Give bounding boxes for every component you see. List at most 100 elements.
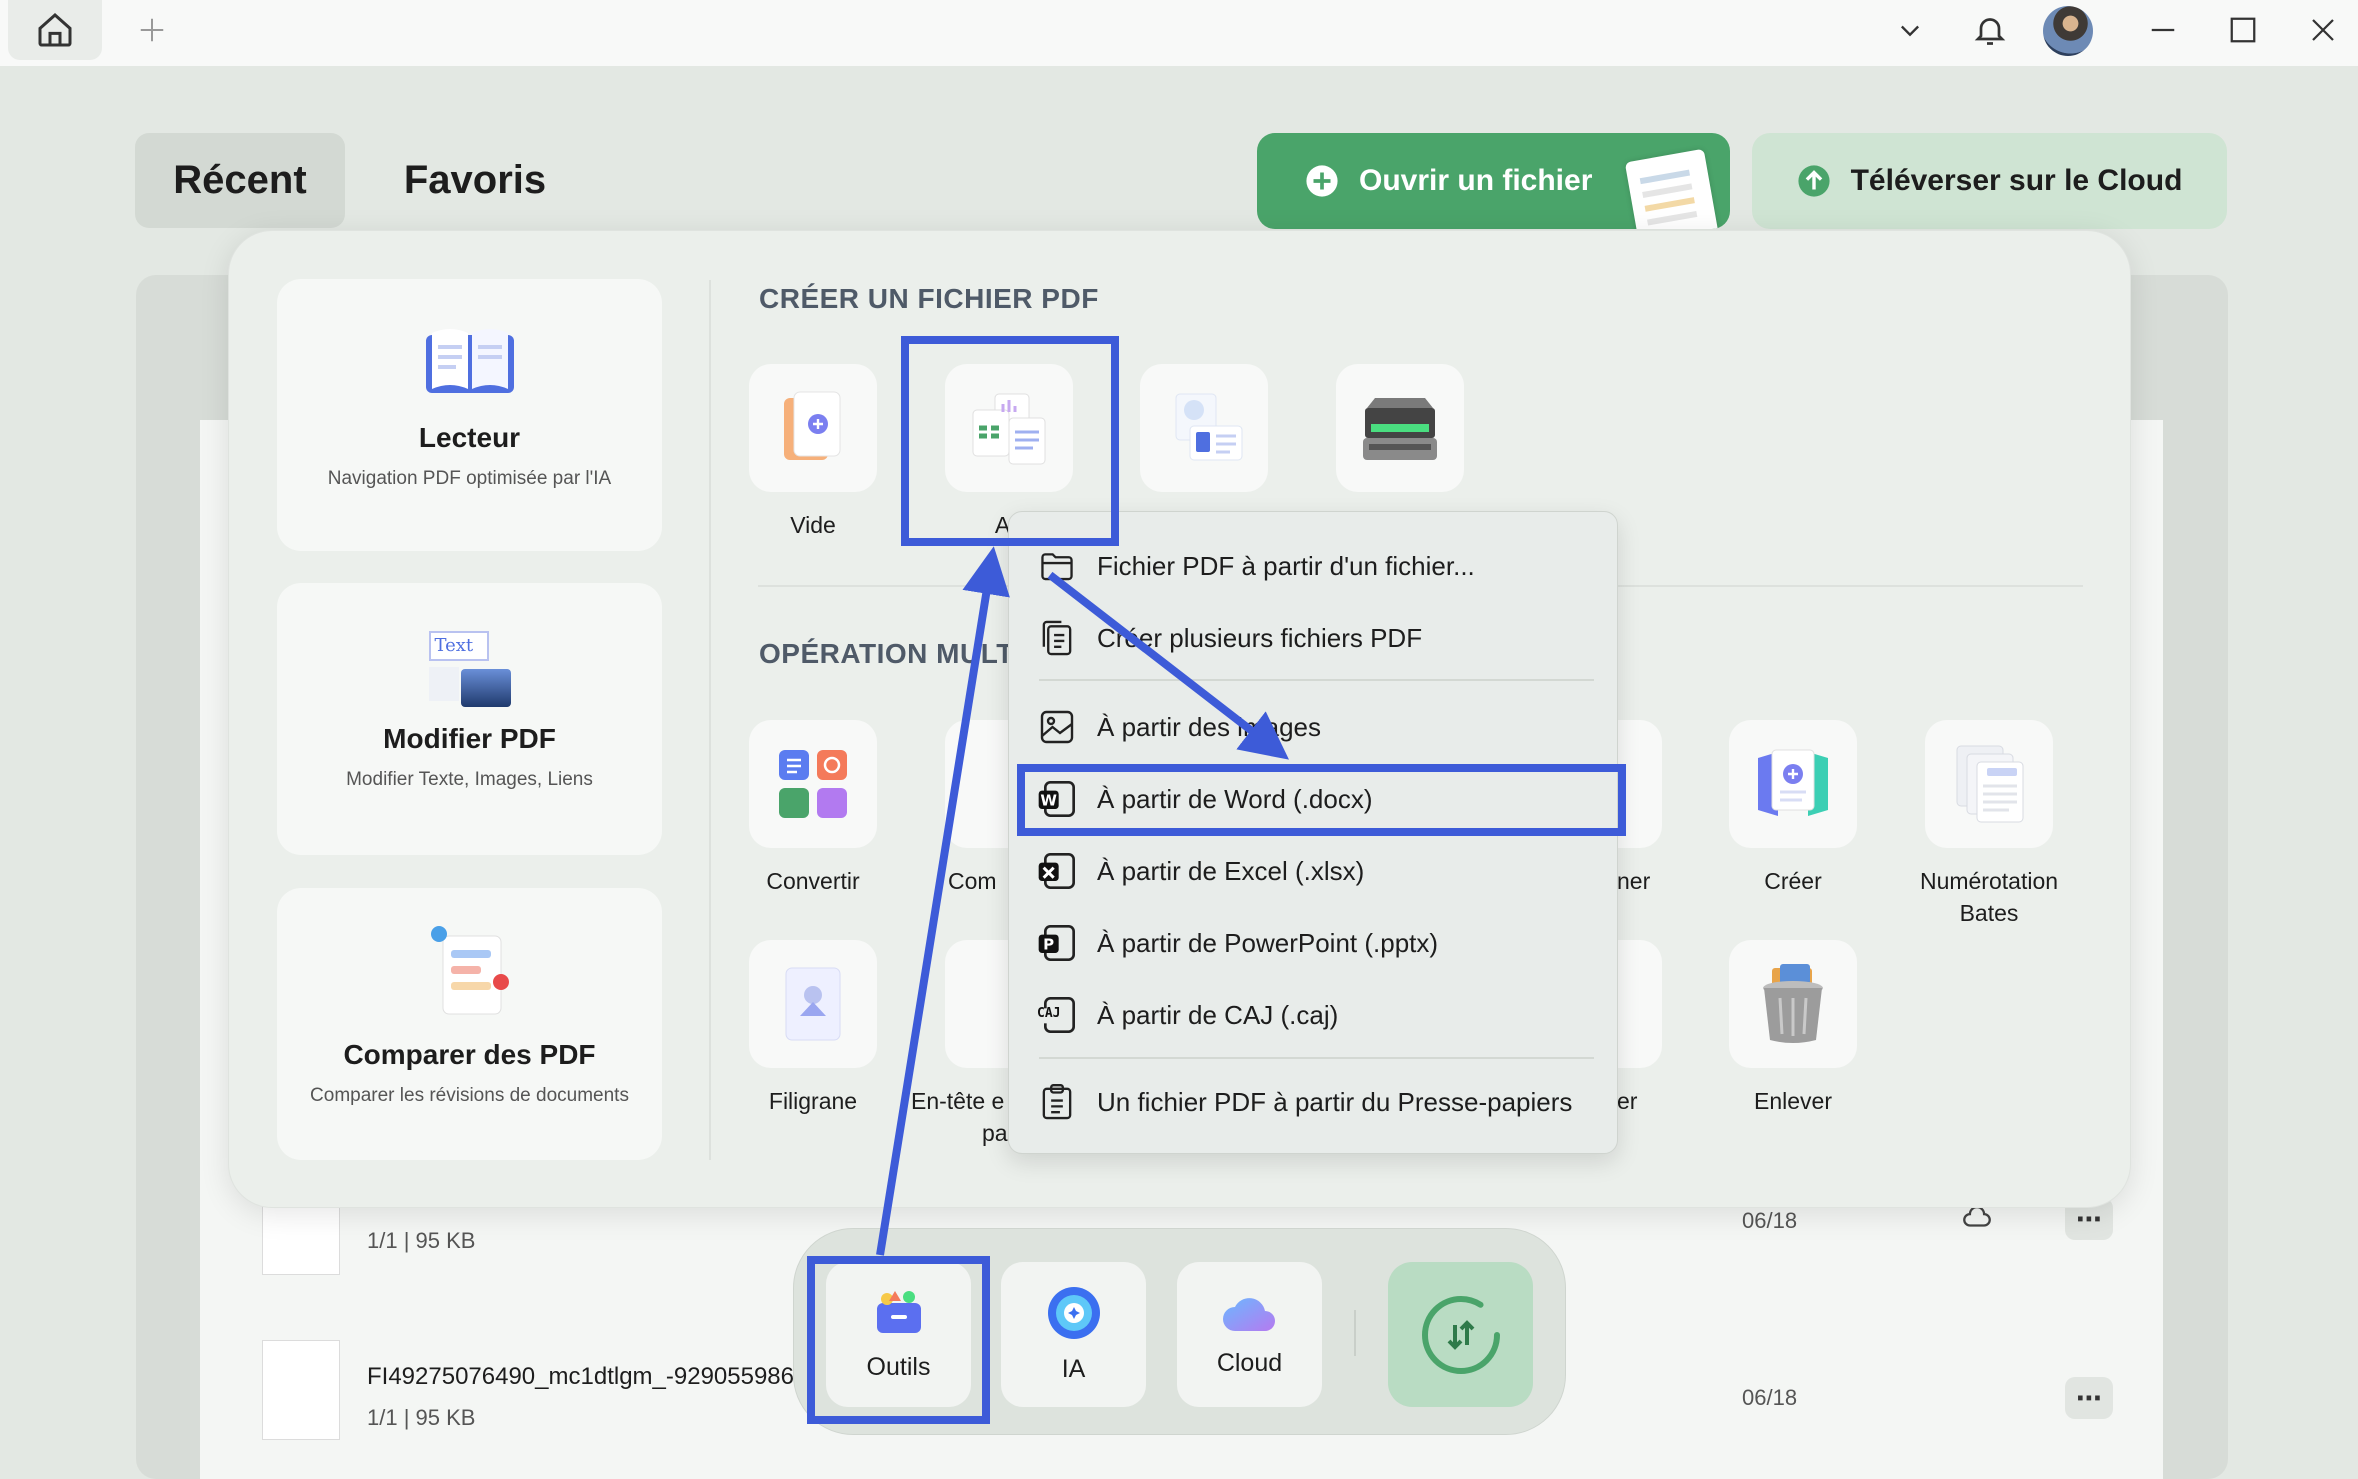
book-icon xyxy=(425,329,514,393)
powerpoint-file-icon: P xyxy=(1037,923,1077,963)
watermark-label: Filigrane xyxy=(768,1088,858,1114)
file-date: 06/18 xyxy=(1742,1385,1798,1410)
blank-pdf-tile[interactable] xyxy=(749,364,877,492)
file-name[interactable]: FI49275076490_mc1dtlgm_-929055986 xyxy=(367,1363,797,1391)
notifications-button[interactable] xyxy=(1962,6,2018,54)
tab-favorites[interactable]: Favoris xyxy=(395,133,555,228)
scanner-icon xyxy=(1363,398,1437,460)
menu-separator xyxy=(1039,679,1594,681)
id-card-icon xyxy=(1175,393,1243,461)
menu-item-create-multiple[interactable]: Créer plusieurs fichiers PDF xyxy=(1037,608,1422,668)
combine-label: ner xyxy=(1617,868,1651,894)
compare-icon xyxy=(430,926,509,1015)
upload-cloud-label: Téléverser sur le Cloud xyxy=(1850,164,2183,197)
dock-divider xyxy=(1354,1310,1356,1356)
highlight-box-create-tile xyxy=(901,336,1119,546)
trash-icon xyxy=(1763,964,1823,1043)
scanner-tile[interactable] xyxy=(1336,364,1464,492)
tab-recent[interactable]: Récent xyxy=(135,133,345,228)
file-more-button[interactable]: ⋯ xyxy=(2065,1377,2113,1419)
reader-subtitle: Navigation PDF optimisée par l'IA xyxy=(327,468,612,489)
highlight-box-tools xyxy=(807,1256,990,1424)
header-footer-label: En-tête e xyxy=(911,1088,1005,1114)
cloud-icon xyxy=(1222,1298,1275,1331)
multiple-files-icon xyxy=(1037,618,1077,658)
ops-section-title: OPÉRATION MULTI xyxy=(759,638,1023,669)
blank-page-icon xyxy=(784,391,841,460)
minimize-icon xyxy=(2151,28,2175,32)
create-label: Créer xyxy=(1764,868,1822,894)
dock-cloud-label: Cloud xyxy=(1216,1349,1283,1377)
dock-ai-button[interactable]: IA xyxy=(1001,1262,1146,1407)
ai-assistant-icon xyxy=(1047,1287,1100,1339)
operation-label: er xyxy=(1617,1088,1638,1114)
menu-separator xyxy=(1039,1057,1594,1059)
file-meta: 1/1 | 95 KB xyxy=(367,1405,476,1430)
plus-icon xyxy=(140,18,164,42)
minimize-button[interactable] xyxy=(2135,6,2191,54)
open-file-label: Ouvrir un fichier xyxy=(1359,164,1593,197)
bell-icon xyxy=(1974,18,2006,45)
menu-item-from-excel[interactable]: À partir de Excel (.xlsx) xyxy=(1037,841,1364,901)
maximize-button[interactable] xyxy=(2215,6,2271,54)
file-meta: 1/1 | 95 KB xyxy=(367,1228,476,1253)
watermark-icon xyxy=(785,967,841,1041)
create-tile[interactable] xyxy=(1729,720,1857,848)
close-button[interactable] xyxy=(2295,6,2351,54)
edit-pdf-card[interactable]: Text Modifier PDF Modifier Texte, Images… xyxy=(277,583,662,855)
text-edit-icon: Text xyxy=(425,627,515,709)
remove-tile[interactable] xyxy=(1729,940,1857,1068)
svg-text:P: P xyxy=(1043,936,1054,954)
menu-item-from-powerpoint[interactable]: P À partir de PowerPoint (.pptx) xyxy=(1037,913,1438,973)
caj-file-icon: CAJ xyxy=(1037,995,1077,1035)
menu-item-from-clipboard[interactable]: Un fichier PDF à partir du Presse-papier… xyxy=(1037,1072,1572,1132)
file-date: 06/18 xyxy=(1742,1208,1798,1233)
compare-pdf-subtitle: Comparer les révisions de documents xyxy=(310,1085,629,1106)
create-pdf-icon xyxy=(1758,749,1828,816)
clipboard-icon xyxy=(1037,1082,1077,1122)
create-pdf-section-title: CRÉER UN FICHIER PDF xyxy=(759,283,1099,314)
home-tab[interactable] xyxy=(8,0,102,60)
image-icon xyxy=(1037,707,1077,747)
edit-pdf-subtitle: Modifier Texte, Images, Liens xyxy=(346,769,593,790)
file-thumbnail[interactable] xyxy=(262,1340,340,1440)
upload-cloud-button[interactable]: Téléverser sur le Cloud xyxy=(1752,133,2227,229)
open-file-button[interactable]: Ouvrir un fichier xyxy=(1257,133,1730,229)
blank-pdf-label: Vide xyxy=(790,512,836,538)
edit-pdf-title: Modifier PDF xyxy=(383,723,556,754)
scan-id-tile[interactable] xyxy=(1140,364,1268,492)
panel-divider xyxy=(709,280,711,1160)
sync-icon xyxy=(1421,1295,1500,1374)
compare-pdf-title: Comparer des PDF xyxy=(343,1039,596,1070)
maximize-icon xyxy=(2230,17,2256,43)
dock-cloud-button[interactable]: Cloud xyxy=(1177,1262,1322,1407)
close-icon xyxy=(2312,19,2334,41)
plus-circle-icon xyxy=(1306,165,1338,197)
menu-item-from-images[interactable]: À partir des images xyxy=(1037,697,1321,757)
compare-pdf-card[interactable]: Comparer des PDF Comparer les révisions … xyxy=(277,888,662,1160)
convert-tile[interactable] xyxy=(749,720,877,848)
highlight-box-word-item xyxy=(1017,764,1626,836)
convert-label: Convertir xyxy=(766,868,860,894)
document-illustration-icon xyxy=(1624,148,1720,229)
menu-item-from-caj[interactable]: CAJ À partir de CAJ (.caj) xyxy=(1037,985,1338,1045)
bates-numbering-tile[interactable] xyxy=(1925,720,2053,848)
folder-icon xyxy=(1037,546,1077,586)
new-tab-button[interactable] xyxy=(128,6,176,54)
upload-icon xyxy=(1798,165,1830,197)
bates-numbering-label: Numérotation Bates xyxy=(1919,868,2059,926)
dock-ai-label: IA xyxy=(1061,1355,1086,1383)
avatar[interactable] xyxy=(2043,6,2093,56)
chevron-down-icon xyxy=(1901,25,1919,37)
remove-label: Enlever xyxy=(1754,1088,1832,1114)
home-icon xyxy=(38,12,72,47)
reader-card[interactable]: Lecteur Navigation PDF optimisée par l'I… xyxy=(277,279,662,551)
convert-icon xyxy=(779,750,847,818)
reader-title: Lecteur xyxy=(418,422,521,453)
watermark-tile[interactable] xyxy=(749,940,877,1068)
compress-label: Com xyxy=(948,868,997,894)
dropdown-button[interactable] xyxy=(1882,6,1938,54)
dock-sync-button[interactable] xyxy=(1388,1262,1533,1407)
bates-numbering-icon xyxy=(1956,745,2024,823)
excel-file-icon xyxy=(1037,851,1077,891)
